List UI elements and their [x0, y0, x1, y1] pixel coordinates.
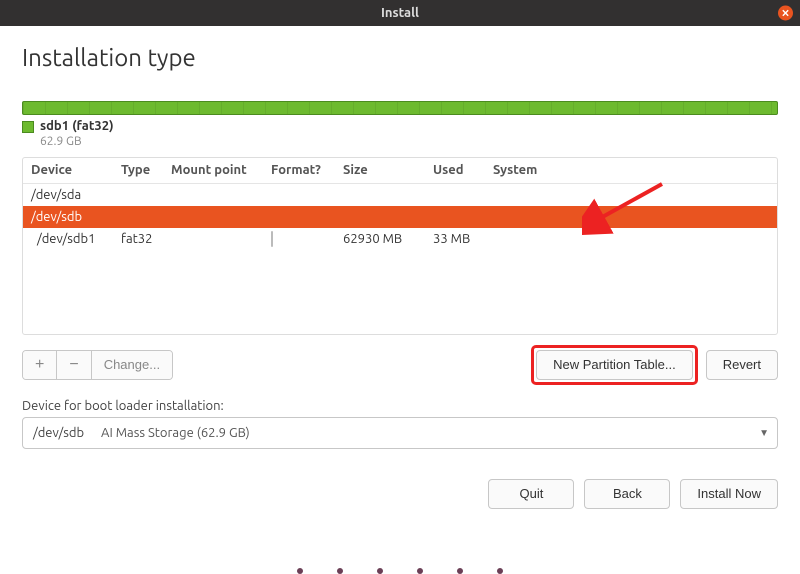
col-mount: Mount point — [171, 163, 271, 177]
bootloader-device: /dev/sdb — [33, 426, 101, 440]
col-size: Size — [343, 163, 433, 177]
cell-type: fat32 — [121, 232, 171, 246]
bootloader-desc: AI Mass Storage (62.9 GB) — [101, 426, 250, 440]
partition-legend: sdb1 (fat32) 62.9 GB — [22, 119, 778, 149]
col-used: Used — [433, 163, 493, 177]
titlebar: Install — [0, 0, 800, 26]
revert-button[interactable]: Revert — [706, 350, 778, 380]
partition-actions: + − Change... — [22, 350, 173, 380]
bootloader-label: Device for boot loader installation: — [22, 399, 778, 413]
window-title: Install — [381, 6, 419, 20]
col-type: Type — [121, 163, 171, 177]
legend-title: sdb1 (fat32) — [40, 119, 114, 135]
partition-table[interactable]: Device Type Mount point Format? Size Use… — [22, 157, 778, 335]
legend-swatch — [22, 121, 34, 133]
cell-device: /dev/sdb — [31, 210, 121, 224]
install-now-button[interactable]: Install Now — [680, 479, 778, 509]
disk-usage-bar — [22, 101, 778, 115]
col-device: Device — [31, 163, 121, 177]
add-partition-button[interactable]: + — [23, 351, 57, 379]
back-button[interactable]: Back — [584, 479, 670, 509]
bootloader-device-select[interactable]: /dev/sdb AI Mass Storage (62.9 GB) ▼ — [22, 417, 778, 449]
col-system: System — [493, 163, 769, 177]
col-format: Format? — [271, 163, 343, 177]
table-header: Device Type Mount point Format? Size Use… — [23, 158, 777, 184]
new-partition-table-button[interactable]: New Partition Table... — [536, 350, 693, 380]
table-row[interactable]: /dev/sdb1 fat32 62930 MB 33 MB — [23, 228, 777, 250]
chevron-down-icon: ▼ — [759, 427, 769, 439]
legend-size: 62.9 GB — [40, 135, 114, 149]
cell-size: 62930 MB — [343, 232, 433, 246]
cell-device: /dev/sdb1 — [31, 232, 121, 246]
close-icon[interactable] — [778, 6, 793, 21]
annotation-highlight: New Partition Table... — [531, 345, 698, 385]
format-checkbox[interactable] — [271, 231, 273, 247]
change-partition-button[interactable]: Change... — [92, 351, 172, 379]
remove-partition-button[interactable]: − — [57, 351, 91, 379]
cell-used: 33 MB — [433, 232, 493, 246]
cell-device: /dev/sda — [31, 188, 121, 202]
quit-button[interactable]: Quit — [488, 479, 574, 509]
table-row[interactable]: /dev/sda — [23, 184, 777, 206]
table-row[interactable]: /dev/sdb — [23, 206, 777, 228]
dock-indicators — [0, 562, 800, 574]
page-title: Installation type — [22, 44, 778, 71]
